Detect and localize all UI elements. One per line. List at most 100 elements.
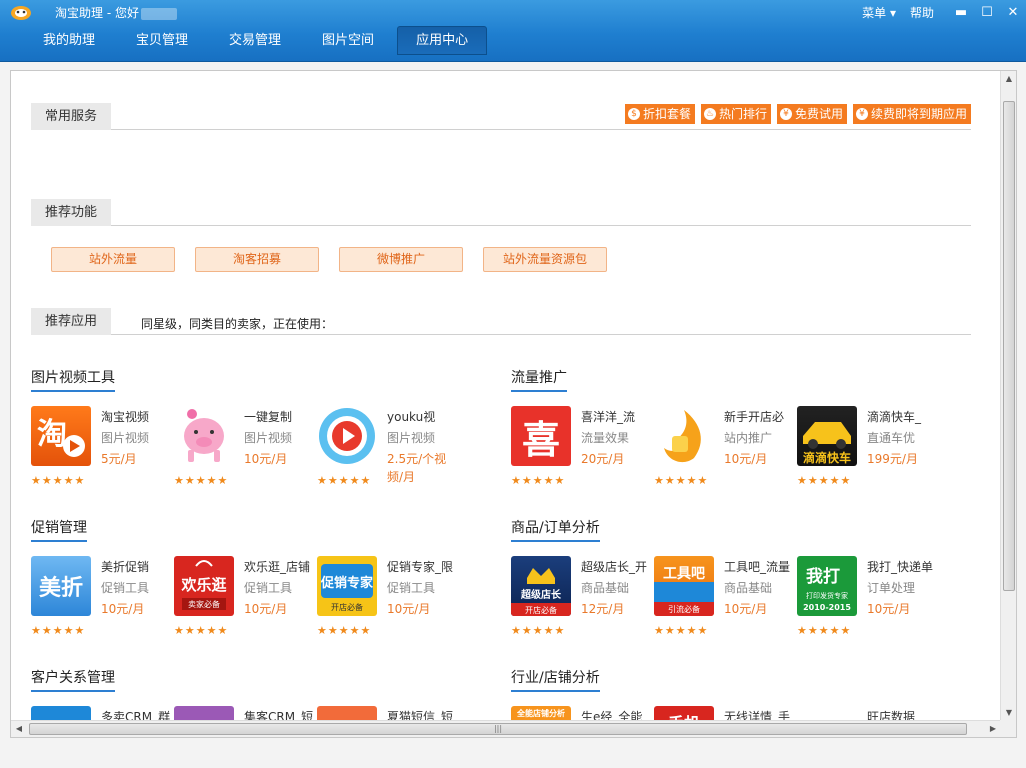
jike-crm-icon[interactable] [174,706,234,721]
free-icon: ¥ [779,108,792,120]
shopping-bag-icon[interactable]: 欢乐逛 卖家必备 [174,556,234,616]
tab-my-assistant[interactable]: 我的助理 [25,26,113,56]
app-card: 促销专家 开店必备 促销专家_限 促销工具 10元/月 ★★★★★ [317,556,460,646]
app-name[interactable]: 淘宝视频 [101,408,173,425]
app-rating: ★★★★★ [317,474,372,487]
app-card: 超级店长 开店必备 超级店长_开 商品基础 12元/月 ★★★★★ [511,556,654,646]
mobile-detail-icon[interactable]: 手机 [654,706,714,721]
section-title: 推荐功能 [31,199,112,226]
app-card: 手机 无线详情_手 [654,706,797,721]
tab-image-space[interactable]: 图片空间 [304,26,392,56]
hot-ranking-button[interactable]: ♨ 热门排行 [700,104,771,124]
vertical-scroll-thumb[interactable] [1003,101,1015,591]
app-card: 我打 打印发货专家 2010-2015 我打_快递单 订单处理 10元/月 ★★… [797,556,940,646]
meizhe-icon[interactable]: 美折 [31,556,91,616]
svg-text:打印发货专家: 打印发货专家 [806,591,848,600]
weibo-promo-button[interactable]: 微博推广 [339,247,463,272]
close-icon[interactable]: ✕ [1000,1,1026,23]
app-card: 新手开店必 站内推广 10元/月 ★★★★★ [654,406,797,496]
section-title: 推荐应用 [31,308,112,335]
scroll-left-icon[interactable]: ◀ [11,721,27,737]
renew-expiring-button[interactable]: ¥ 续费即将到期应用 [852,104,971,124]
horizontal-scroll-thumb[interactable]: ||| [29,723,967,735]
menu-button[interactable]: 菜单 ▾ [862,4,896,21]
app-card: 旺店数据 [797,706,940,721]
fire-icon: ♨ [703,108,716,120]
pig-icon[interactable] [174,406,234,466]
offsite-traffic-button[interactable]: 站外流量 [51,247,175,272]
app-price: 20元/月 [581,452,625,466]
svg-text:促销专家: 促销专家 [320,575,374,591]
app-price: 10元/月 [867,602,911,616]
app-name[interactable]: 工具吧_流量 [724,558,796,575]
section-description: 同星级，同类目的卖家，正在使用： [141,317,334,331]
svg-text:开店必备: 开店必备 [525,605,557,615]
app-center-panel: 常用服务 $ 折扣套餐 ♨ 热门排行 ¥ 免费试用 ¥ 续费即将到期应用 推荐功能 站外… [10,70,1017,738]
app-type: 直通车优 [867,431,916,445]
app-name[interactable]: 喜洋洋_流 [581,408,653,425]
app-price: 12元/月 [581,602,625,616]
vertical-scrollbar[interactable]: ▲ ▼ [1000,71,1016,721]
app-card: 滴滴快车 滴滴快车_ 直通车优 199元/月 ★★★★★ [797,406,940,496]
app-name[interactable]: 新手开店必 [724,408,796,425]
svg-text:引流必备: 引流必备 [668,604,700,614]
horizontal-scrollbar[interactable]: ◀ ||| ▶ [11,720,1001,737]
didi-car-icon[interactable]: 滴滴快车 [797,406,857,466]
super-manager-crown-icon[interactable]: 超级店长 开店必备 [511,556,571,616]
maximize-icon[interactable]: ☐ [974,1,1000,23]
shengejing-icon[interactable]: 全能店铺分析 [511,706,571,721]
app-name[interactable]: 欢乐逛_店铺 [244,558,316,575]
app-rating: ★★★★★ [174,474,229,487]
duomai-crm-icon[interactable]: 多卖 [31,706,91,721]
help-button[interactable]: 帮助 [910,4,934,21]
traffic-package-button[interactable]: 站外流量资源包 [483,247,607,272]
scroll-right-icon[interactable]: ▶ [985,721,1001,737]
svg-text:我打: 我打 [806,566,840,587]
youku-play-icon[interactable] [317,406,377,466]
app-name[interactable]: 滴滴快车_ [867,408,939,425]
discount-package-button[interactable]: $ 折扣套餐 [624,104,695,124]
app-price: 10元/月 [101,602,145,616]
app-name[interactable]: 促销专家_限 [387,558,459,575]
blurred-username [140,7,177,20]
toolbar-app-icon[interactable]: 工具吧 引流必备 [654,556,714,616]
category-title: 流量推广 [511,367,567,392]
recommended-features-header: 推荐功能 [31,199,971,226]
category-title: 促销管理 [31,517,87,542]
app-type: 站内推广 [724,431,773,445]
xi-icon[interactable]: 喜 [511,406,571,466]
recommended-apps-header: 推荐应用 同星级，同类目的卖家，正在使用： [31,308,971,335]
app-name[interactable]: 我打_快递单 [867,558,939,575]
tab-trade-management[interactable]: 交易管理 [211,26,299,56]
xiamao-sms-icon[interactable]: 夏猫 [317,706,377,721]
scroll-down-icon[interactable]: ▼ [1001,705,1016,721]
section-title: 常用服务 [31,103,112,130]
app-card: youku视 图片视频 2.5元/个视频/月 ★★★★★ [317,406,460,496]
app-price: 10元/月 [244,452,288,466]
minimize-icon[interactable]: ▬ [948,1,974,23]
tab-app-center[interactable]: 应用中心 [397,26,488,55]
tab-item-management[interactable]: 宝贝管理 [118,26,206,56]
thumbs-up-flame-icon[interactable] [654,406,714,466]
app-name[interactable]: 一键复制 [244,408,316,425]
scroll-up-icon[interactable]: ▲ [1001,71,1016,87]
app-price: 10元/月 [724,602,768,616]
app-price: 199元/月 [867,452,918,466]
promo-expert-icon[interactable]: 促销专家 开店必备 [317,556,377,616]
taoke-recruit-button[interactable]: 淘客招募 [195,247,319,272]
free-trial-button[interactable]: ¥ 免费试用 [776,104,847,124]
scrollbar-corner [1000,720,1016,737]
taobao-video-icon[interactable]: 淘 [31,406,91,466]
app-type: 图片视频 [244,431,293,445]
svg-text:滴滴快车: 滴滴快车 [803,450,851,465]
svg-text:欢乐逛: 欢乐逛 [180,576,226,594]
app-name[interactable]: 超级店长_开 [581,558,653,575]
category-title: 图片视频工具 [31,367,115,392]
woda-print-icon[interactable]: 我打 打印发货专家 2010-2015 [797,556,857,616]
quick-links: $ 折扣套餐 ♨ 热门排行 ¥ 免费试用 ¥ 续费即将到期应用 [619,104,971,124]
app-card: 美折 美折促销 促销工具 10元/月 ★★★★★ [31,556,174,646]
app-name[interactable]: youku视 [387,408,459,425]
app-name[interactable]: 美折促销 [101,558,173,575]
scroll-content: 常用服务 $ 折扣套餐 ♨ 热门排行 ¥ 免费试用 ¥ 续费即将到期应用 推荐功能 站外… [11,71,1001,721]
app-type: 促销工具 [101,581,150,595]
